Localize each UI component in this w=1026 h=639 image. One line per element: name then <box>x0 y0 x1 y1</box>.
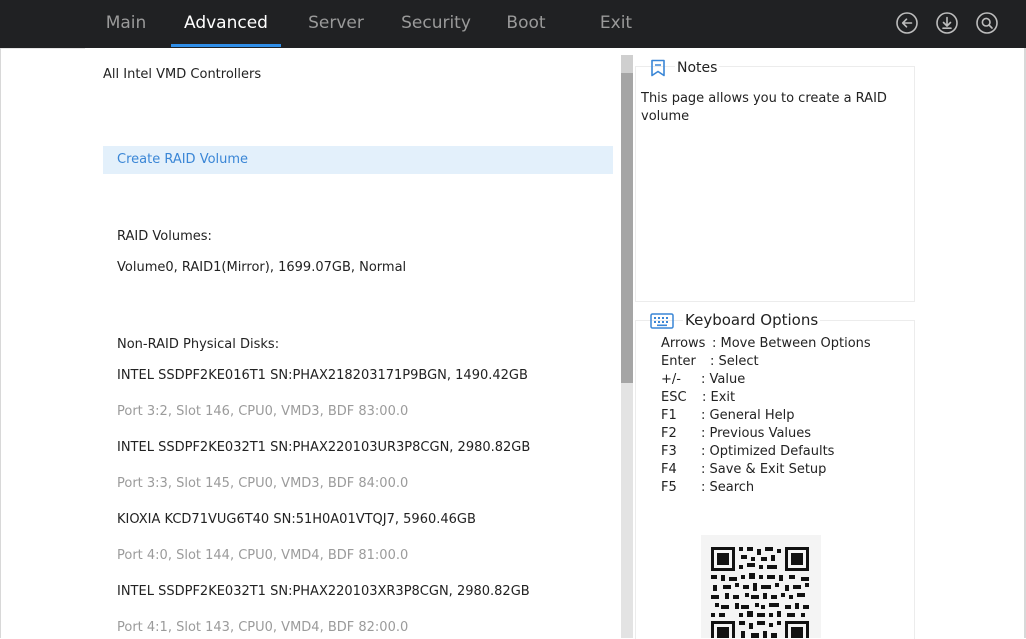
kb-desc: : General Help <box>701 408 795 423</box>
section-title: All Intel VMD Controllers <box>103 67 262 82</box>
tab-advanced[interactable]: Advanced <box>171 0 281 48</box>
kb-desc: : Save & Exit Setup <box>701 462 827 477</box>
top-menu-bar: Main Advanced Server Security Boot Exit <box>0 0 1026 48</box>
disk-item[interactable]: KIOXIA KCD71VUG6T40 SN:51H0A01VTQJ7, 596… <box>117 512 476 527</box>
kb-row-esc: ESC : Exit <box>661 390 735 405</box>
scrollbar-up[interactable] <box>621 55 633 73</box>
tab-exit[interactable]: Exit <box>590 0 642 48</box>
kb-desc: : Search <box>701 480 755 495</box>
kb-key: F3 <box>661 444 677 459</box>
kb-desc: : Optimized Defaults <box>701 444 835 459</box>
keyboard-icon <box>650 312 674 330</box>
kb-row-f5: F5 : Search <box>661 480 754 495</box>
create-raid-volume-item[interactable]: Create RAID Volume <box>103 146 613 174</box>
kb-row-arrows: Arrows : Move Between Options <box>661 336 871 351</box>
notes-title: Notes <box>675 60 720 76</box>
kb-key: Enter <box>661 354 696 369</box>
back-arrow-icon[interactable] <box>896 12 918 34</box>
disk-item[interactable]: INTEL SSDPF2KE016T1 SN:PHAX218203171P9BG… <box>117 368 528 383</box>
disk-port-info: Port 3:3, Slot 145, CPU0, VMD3, BDF 84:0… <box>117 476 409 491</box>
kb-desc: : Value <box>701 372 746 387</box>
kb-key: F2 <box>661 426 677 441</box>
tab-boot[interactable]: Boot <box>497 0 555 48</box>
raid-volume-item[interactable]: Volume0, RAID1(Mirror), 1699.07GB, Norma… <box>117 260 406 275</box>
notes-text-line1: This page allows you to create a RAID <box>641 91 887 106</box>
kb-desc: : Move Between Options <box>712 336 871 351</box>
kb-desc: : Select <box>710 354 759 369</box>
bookmark-icon <box>650 59 666 77</box>
non-raid-header: Non-RAID Physical Disks: <box>117 337 280 352</box>
kb-desc: : Previous Values <box>701 426 812 441</box>
notes-text-line2: volume <box>641 109 690 124</box>
kb-key: ESC <box>661 390 687 405</box>
kb-row-f4: F4 : Save & Exit Setup <box>661 462 826 477</box>
kb-row-enter: Enter : Select <box>661 354 759 369</box>
keyboard-options-title: Keyboard Options <box>683 311 821 329</box>
scrollbar-thumb[interactable] <box>621 73 633 383</box>
kb-row-f3: F3 : Optimized Defaults <box>661 444 834 459</box>
raid-volumes-header: RAID Volumes: <box>117 229 212 244</box>
top-left-spacer <box>0 0 85 48</box>
tab-security[interactable]: Security <box>393 0 479 48</box>
kb-key: F5 <box>661 480 677 495</box>
kb-row-f1: F1 : General Help <box>661 408 795 423</box>
disk-item[interactable]: INTEL SSDPF2KE032T1 SN:PHAX220103XR3P8CG… <box>117 584 530 599</box>
kb-row-plusminus: +/- : Value <box>661 372 745 387</box>
download-icon[interactable] <box>936 12 958 34</box>
kb-row-f2: F2 : Previous Values <box>661 426 811 441</box>
create-raid-volume-label: Create RAID Volume <box>117 152 249 167</box>
kb-key: +/- <box>661 372 681 387</box>
disk-port-info: Port 4:0, Slot 144, CPU0, VMD4, BDF 81:0… <box>117 548 409 563</box>
disk-port-info: Port 4:1, Slot 143, CPU0, VMD4, BDF 82:0… <box>117 620 409 635</box>
kb-key: Arrows <box>661 336 706 351</box>
kb-key: F1 <box>661 408 677 423</box>
disk-port-info: Port 3:2, Slot 146, CPU0, VMD3, BDF 83:0… <box>117 404 409 419</box>
search-icon[interactable] <box>976 12 998 34</box>
qr-code <box>701 535 821 638</box>
frame-divider <box>1 48 85 49</box>
tab-main[interactable]: Main <box>91 0 161 48</box>
tab-server[interactable]: Server <box>300 0 372 48</box>
frame-left-border <box>0 48 1 638</box>
kb-key: F4 <box>661 462 677 477</box>
disk-item[interactable]: INTEL SSDPF2KE032T1 SN:PHAX220103UR3P8CG… <box>117 440 530 455</box>
kb-desc: : Exit <box>702 390 736 405</box>
